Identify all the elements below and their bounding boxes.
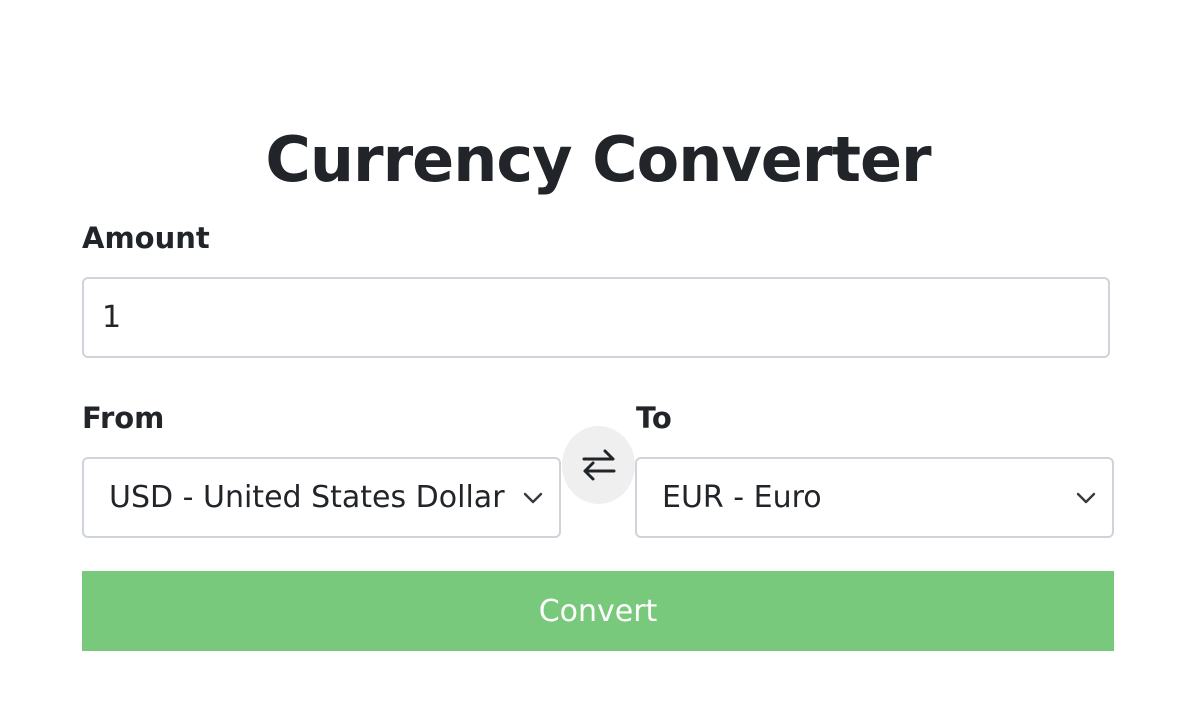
page-title: Currency Converter bbox=[265, 123, 931, 196]
chevron-down-icon bbox=[523, 492, 543, 504]
from-currency-value: USD - United States Dollar bbox=[109, 480, 505, 515]
swap-arrows-icon bbox=[582, 449, 615, 481]
swap-button[interactable] bbox=[562, 426, 635, 504]
convert-button[interactable]: Convert bbox=[82, 571, 1114, 651]
from-currency-select[interactable]: USD - United States Dollar bbox=[82, 457, 561, 538]
to-label: To bbox=[636, 401, 672, 435]
from-label: From bbox=[82, 401, 165, 435]
to-currency-value: EUR - Euro bbox=[662, 480, 822, 515]
amount-input[interactable] bbox=[82, 277, 1110, 358]
to-currency-select[interactable]: EUR - Euro bbox=[635, 457, 1114, 538]
amount-label: Amount bbox=[82, 221, 210, 255]
chevron-down-icon bbox=[1076, 492, 1096, 504]
